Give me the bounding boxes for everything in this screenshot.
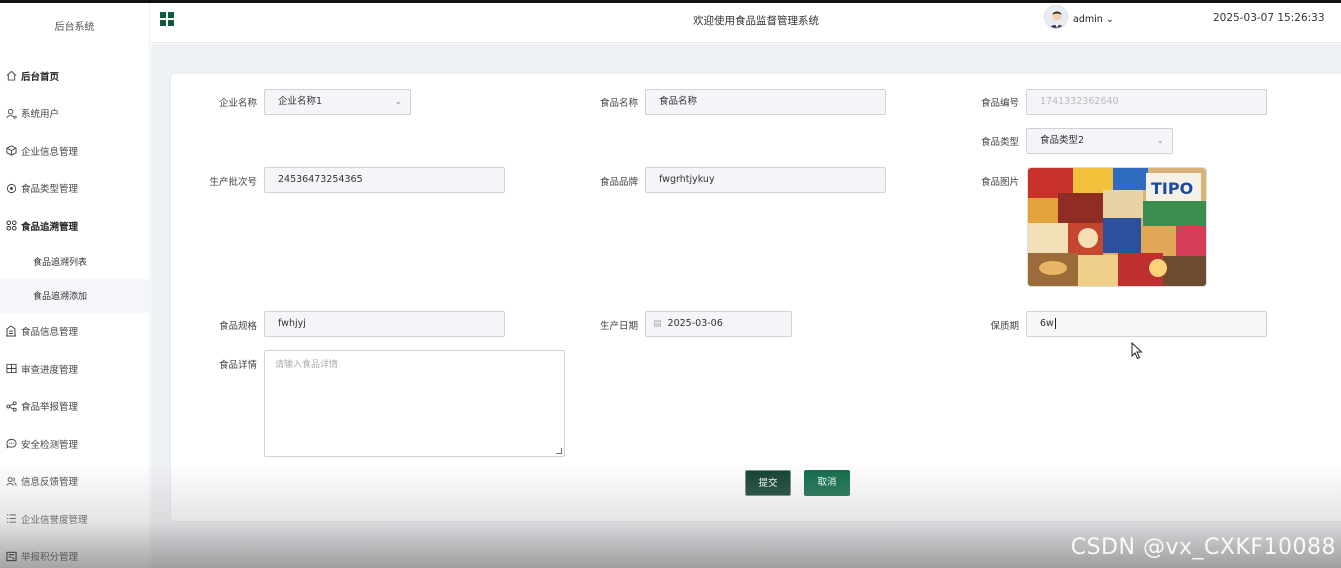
top-header: 欢迎使用食品监督管理系统 admin ⌄ 2025-03-07 15:26:33 [151, 3, 1341, 43]
shelf-life-label: 保质期 [990, 321, 1019, 332]
brand-label: 食品品牌 [599, 177, 638, 188]
brand-input[interactable]: fwgrhtjykuy [645, 167, 886, 193]
main-content: 企业名称 企业名称1 ⌄ 食品名称 食品名称 食品编号 174133236264… [151, 44, 1341, 568]
sidebar-menu: 后台首页 系统用户 企业信息管理 食品类型管理 食品追溯管理 食品追溯列表 食品… [0, 57, 149, 568]
food-name-label: 食品名称 [599, 98, 638, 109]
food-code-value: 1741332362640 [1040, 96, 1119, 107]
trace-add-form: 企业名称 企业名称1 ⌄ 食品名称 食品名称 食品编号 174133236264… [171, 74, 1341, 521]
food-code-label: 食品编号 [980, 98, 1019, 109]
detail-placeholder: 请输入食品详情 [275, 360, 339, 370]
prod-date-picker[interactable]: ▤ 2025-03-06 [645, 311, 792, 337]
sidebar-item-feedback[interactable]: 信息反馈管理 [0, 463, 149, 501]
enterprise-name-select[interactable]: 企业名称1 ⌄ [264, 89, 411, 115]
sidebar-item-food-info[interactable]: 食品信息管理 [0, 313, 149, 351]
shelf-life-value: 6w [1040, 318, 1054, 329]
sidebar-subitem-label: 食品追溯列表 [33, 258, 88, 268]
prod-date-label: 生产日期 [599, 321, 638, 332]
brand-value: fwgrhtjykuy [659, 174, 715, 185]
avatar[interactable] [1044, 5, 1068, 29]
score-icon [5, 550, 17, 562]
sidebar-item-label: 食品举报管理 [21, 402, 79, 414]
sidebar-item-food-report[interactable]: 食品举报管理 [0, 388, 149, 426]
sidebar-item-label: 举报积分管理 [21, 552, 79, 564]
sidebar-subitem-trace-add[interactable]: 食品追溯添加 [0, 278, 149, 313]
sidebar-item-label: 信息反馈管理 [21, 477, 79, 489]
apps-icon [5, 220, 17, 232]
chat-icon [5, 438, 17, 450]
sidebar-item-food-type[interactable]: 食品类型管理 [0, 170, 149, 208]
food-name-input[interactable]: 食品名称 [645, 89, 886, 115]
list-icon [5, 513, 17, 525]
shelf-life-input[interactable]: 6w [1026, 311, 1267, 337]
users-icon [5, 475, 17, 487]
mouse-pointer-icon [1131, 341, 1143, 363]
username: admin [1073, 14, 1103, 25]
sidebar-item-label: 企业信誉度管理 [21, 514, 88, 526]
sidebar-item-safety-test[interactable]: 安全检测管理 [0, 425, 149, 463]
sidebar-item-report-points[interactable]: 举报积分管理 [0, 538, 149, 568]
sidebar-item-label: 后台首页 [21, 71, 60, 83]
detail-textarea[interactable]: 请输入食品详情 [264, 350, 565, 457]
page-title: 欢迎使用食品监督管理系统 [693, 15, 819, 27]
user-dropdown[interactable]: admin ⌄ [1073, 14, 1114, 25]
sidebar-subitem-label: 食品追溯添加 [33, 292, 88, 302]
sidebar-item-label: 食品追溯管理 [21, 221, 79, 233]
prod-date-value: 2025-03-06 [667, 318, 723, 329]
sidebar-item-label: 系统用户 [21, 109, 60, 121]
food-type-label: 食品类型 [980, 137, 1019, 148]
user-icon [5, 107, 17, 119]
spec-value: fwhjyj [278, 318, 306, 329]
food-image-label: 食品图片 [980, 177, 1019, 188]
watermark-text: CSDN @vx_CXKF10088 [1070, 535, 1336, 560]
spec-label: 食品规格 [218, 321, 257, 332]
sidebar-item-review-progress[interactable]: 审查进度管理 [0, 350, 149, 388]
sidebar-item-enterprise-info[interactable]: 企业信息管理 [0, 132, 149, 170]
building-icon [5, 325, 17, 337]
current-datetime: 2025-03-07 15:26:33 [1213, 12, 1325, 24]
sidebar-item-label: 食品类型管理 [21, 184, 79, 196]
enterprise-name-label: 企业名称 [218, 98, 257, 109]
sidebar-subitem-trace-list[interactable]: 食品追溯列表 [0, 245, 149, 279]
home-icon [5, 70, 17, 82]
columns-icon [5, 363, 17, 375]
sidebar-item-label: 审查进度管理 [21, 364, 79, 376]
image-brand-text: TIPO [1151, 179, 1193, 198]
cancel-button[interactable]: 取消 [804, 470, 850, 496]
sidebar-item-food-trace[interactable]: 食品追溯管理 [0, 207, 149, 245]
enterprise-name-value: 企业名称1 [278, 96, 323, 107]
submit-button[interactable]: 提交 [745, 470, 791, 496]
detail-label: 食品详情 [218, 360, 257, 371]
food-name-value: 食品名称 [659, 96, 698, 107]
batch-no-value: 24536473254365 [278, 174, 363, 185]
sidebar-item-label: 企业信息管理 [21, 146, 79, 158]
sidebar-item-system-users[interactable]: 系统用户 [0, 95, 149, 133]
chevron-down-icon: ⌄ [1156, 136, 1164, 146]
food-code-input: 1741332362640 [1026, 89, 1267, 115]
chevron-down-icon: ⌄ [394, 97, 402, 107]
chevron-down-icon: ⌄ [1105, 14, 1114, 25]
sidebar-item-home[interactable]: 后台首页 [0, 57, 149, 95]
target-icon [5, 182, 17, 194]
food-type-select[interactable]: 食品类型2 ⌄ [1026, 128, 1173, 154]
brand-title: 后台系统 [54, 22, 95, 33]
resize-handle-icon[interactable] [556, 448, 562, 454]
sidebar: 后台系统 后台首页 系统用户 企业信息管理 食品类型管理 食品追溯管理 食品追溯… [0, 3, 150, 568]
text-caret [1054, 318, 1056, 329]
share-icon [5, 400, 17, 412]
food-image[interactable]: TIPO [1027, 167, 1207, 287]
batch-no-input[interactable]: 24536473254365 [264, 167, 505, 193]
cube-icon [5, 145, 17, 157]
spec-input[interactable]: fwhjyj [264, 311, 505, 337]
sidebar-item-label: 安全检测管理 [21, 439, 79, 451]
sidebar-item-credit[interactable]: 企业信誉度管理 [0, 500, 149, 538]
sidebar-item-label: 食品信息管理 [21, 327, 79, 339]
batch-no-label: 生产批次号 [209, 177, 257, 188]
food-type-value: 食品类型2 [1040, 135, 1085, 146]
calendar-icon: ▤ [653, 319, 662, 329]
